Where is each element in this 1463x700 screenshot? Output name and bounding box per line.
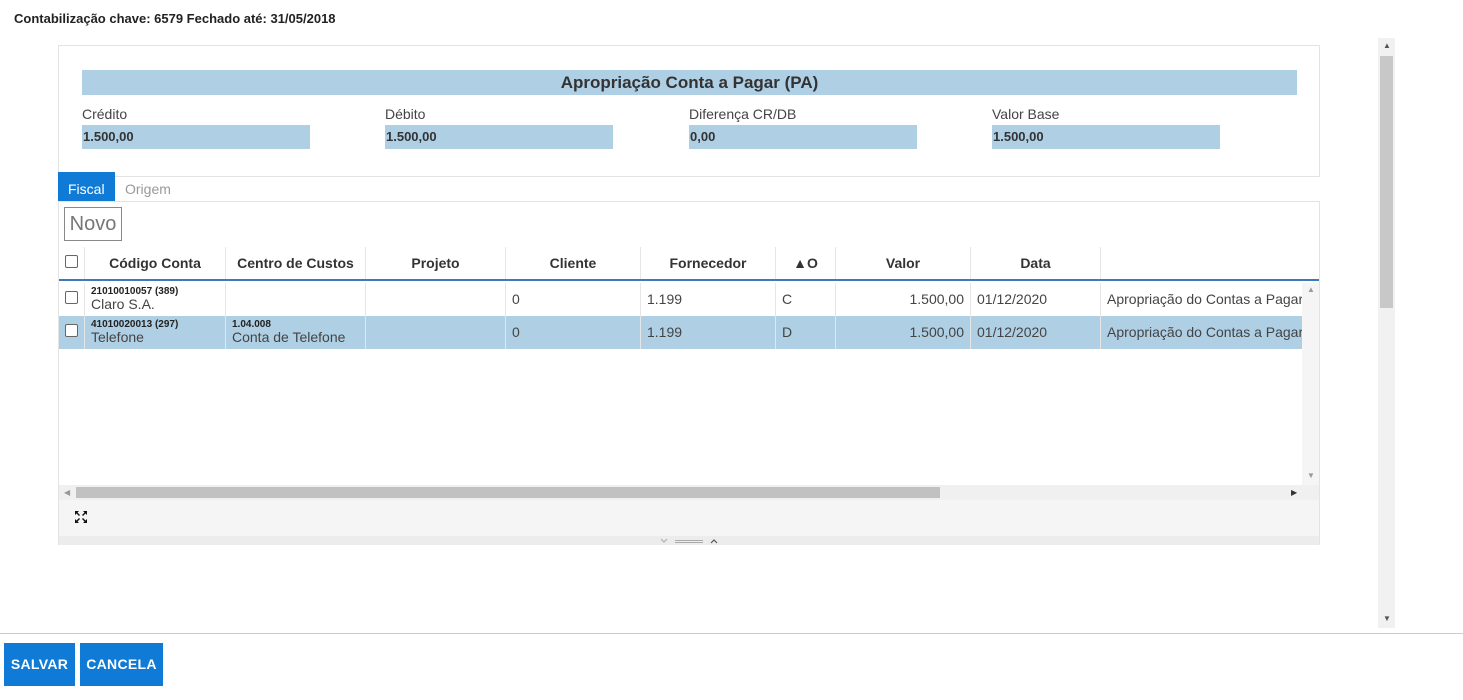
codigo-conta: 41010020013 (297) <box>91 319 179 330</box>
historico-value: Apropriação do Contas a Pagar <box>1107 291 1302 307</box>
debito-label: Débito <box>385 106 426 122</box>
credito-field: Crédito 1.500,00 <box>82 105 310 149</box>
cancel-button[interactable]: CANCELA <box>80 643 163 686</box>
page-scroll-down-icon[interactable]: ▼ <box>1383 614 1391 623</box>
col-data[interactable]: Data <box>971 247 1101 279</box>
expand-icon[interactable] <box>74 510 88 524</box>
diferenca-label: Diferença CR/DB <box>689 106 797 122</box>
footer-divider <box>0 633 1463 634</box>
cell-fornecedor: 1.199 <box>641 316 776 349</box>
horizontal-scroll-thumb[interactable] <box>76 487 940 498</box>
cell-centro-custos: 1.04.008 Conta de Telefone <box>226 316 366 349</box>
debito-value: 1.500,00 <box>385 125 613 149</box>
cell-fornecedor: 1.199 <box>641 283 776 316</box>
novo-button[interactable]: Novo <box>64 207 122 241</box>
col-projeto[interactable]: Projeto <box>366 247 506 279</box>
cell-codigo-conta: 41010020013 (297) Telefone <box>85 316 226 349</box>
cell-data: 01/12/2020 <box>971 283 1101 316</box>
cell-historico: Apropriação do Contas a Pagar <box>1101 316 1302 349</box>
tab-origem[interactable]: Origem <box>115 172 181 202</box>
page-vertical-scrollbar[interactable]: ▲ ▼ <box>1378 38 1395 628</box>
select-all-cell <box>59 247 85 279</box>
valor-value: 1.500,00 <box>909 291 965 307</box>
page-scroll-up-icon[interactable]: ▲ <box>1383 41 1391 50</box>
cell-o: C <box>776 283 836 316</box>
cell-valor: 1.500,00 <box>836 283 971 316</box>
select-all-checkbox[interactable] <box>65 255 78 268</box>
cliente-value: 0 <box>512 291 520 307</box>
cell-cliente: 0 <box>506 316 641 349</box>
row-checkbox[interactable] <box>65 291 78 304</box>
col-valor[interactable]: Valor <box>836 247 971 279</box>
cell-o: D <box>776 316 836 349</box>
cell-projeto <box>366 283 506 316</box>
col-o-sorted[interactable]: ▲O <box>776 247 836 279</box>
scroll-down-arrow-icon[interactable]: ▼ <box>1307 471 1315 480</box>
centro-nome: Conta de Telefone <box>232 329 346 345</box>
table-row[interactable]: 21010010057 (389) Claro S.A. 0 1.199 C 1… <box>59 283 1302 316</box>
entries-grid: Novo Código Conta Centro de Custos Proje… <box>58 201 1320 545</box>
page-scroll-thumb[interactable] <box>1380 56 1393 308</box>
cliente-value: 0 <box>512 324 520 340</box>
scroll-up-arrow-icon[interactable]: ▲ <box>1307 285 1315 294</box>
historico-value: Apropriação do Contas a Pagar <box>1107 324 1302 340</box>
diferenca-field: Diferença CR/DB 0,00 <box>689 105 917 149</box>
cell-projeto <box>366 316 506 349</box>
resize-grip-icon <box>661 538 718 544</box>
tab-fiscal[interactable]: Fiscal <box>58 172 115 202</box>
col-codigo-conta[interactable]: Código Conta <box>85 247 226 279</box>
cell-codigo-conta: 21010010057 (389) Claro S.A. <box>85 283 226 316</box>
conta-nome: Claro S.A. <box>91 296 155 312</box>
cell-valor: 1.500,00 <box>836 316 971 349</box>
col-cliente[interactable]: Cliente <box>506 247 641 279</box>
debito-field: Débito 1.500,00 <box>385 105 613 149</box>
credito-value: 1.500,00 <box>82 125 310 149</box>
fornecedor-value: 1.199 <box>647 324 683 340</box>
grid-vertical-scrollbar[interactable]: ▲ ▼ <box>1302 283 1319 485</box>
table-row[interactable]: 41010020013 (297) Telefone 1.04.008 Cont… <box>59 316 1302 349</box>
summary-panel: Apropriação Conta a Pagar (PA) Crédito 1… <box>58 45 1320 177</box>
cell-cliente: 0 <box>506 283 641 316</box>
data-value: 01/12/2020 <box>977 324 1048 340</box>
row-checkbox-cell <box>59 316 85 349</box>
cell-centro-custos <box>226 283 366 316</box>
o-value: C <box>782 291 793 307</box>
o-value: D <box>782 324 793 340</box>
grid-footer <box>59 500 1319 536</box>
fornecedor-value: 1.199 <box>647 291 683 307</box>
row-checkbox[interactable] <box>65 324 78 337</box>
col-centro-custos[interactable]: Centro de Custos <box>226 247 366 279</box>
credito-label: Crédito <box>82 106 128 122</box>
centro-codigo <box>226 283 365 286</box>
diferenca-value: 0,00 <box>689 125 917 149</box>
data-value: 01/12/2020 <box>977 291 1048 307</box>
valor-value: 1.500,00 <box>909 324 965 340</box>
conta-nome: Telefone <box>91 329 144 345</box>
col-fornecedor[interactable]: Fornecedor <box>641 247 776 279</box>
valor-base-label: Valor Base <box>992 106 1060 122</box>
save-button[interactable]: SALVAR <box>4 643 75 686</box>
table-header: Código Conta Centro de Custos Projeto Cl… <box>59 247 1319 281</box>
codigo-conta: 21010010057 (389) <box>91 286 179 297</box>
row-checkbox-cell <box>59 283 85 316</box>
grid-horizontal-scrollbar[interactable]: ◀ ▶ <box>59 485 1319 500</box>
scroll-right-arrow-icon[interactable]: ▶ <box>1291 488 1297 497</box>
cell-historico: Apropriação do Contas a Pagar <box>1101 283 1302 316</box>
scroll-left-arrow-icon[interactable]: ◀ <box>64 488 70 497</box>
panel-resize-handle[interactable] <box>59 536 1319 545</box>
valor-base-field: Valor Base 1.500,00 <box>992 105 1220 149</box>
col-historico[interactable] <box>1101 247 1319 279</box>
summary-title: Apropriação Conta a Pagar (PA) <box>82 70 1297 95</box>
cell-data: 01/12/2020 <box>971 316 1101 349</box>
page-title: Contabilização chave: 6579 Fechado até: … <box>14 11 336 26</box>
centro-codigo: 1.04.008 <box>232 319 271 330</box>
valor-base-value: 1.500,00 <box>992 125 1220 149</box>
